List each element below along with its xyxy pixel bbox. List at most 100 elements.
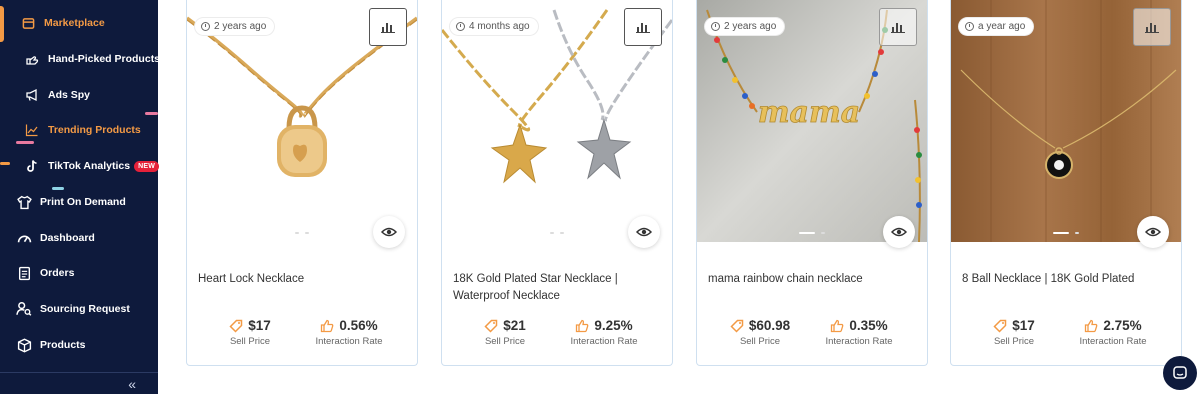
interaction-rate: 2.75% Interaction Rate [1063, 318, 1163, 347]
product-card[interactable]: 4 months ago 18K Gold Plated Star Neckla… [441, 0, 673, 366]
store-icon [20, 15, 36, 31]
age-badge: 2 years ago [705, 18, 785, 35]
thumbs-up-icon [831, 319, 844, 332]
app: Marketplace Hand-Picked Products Ads Spy… [0, 0, 1200, 394]
price-label: Sell Price [993, 336, 1035, 347]
product-title[interactable]: 8 Ball Necklace | 18K Gold Plated [962, 271, 1172, 288]
sidebar-item-orders[interactable]: Orders [16, 257, 74, 289]
age-badge: 2 years ago [195, 18, 275, 35]
decorative-streak [16, 141, 34, 144]
product-card[interactable]: mama 2 years ago mama rainbow chain neck… [696, 0, 928, 366]
user-search-icon [16, 301, 32, 317]
megaphone-icon [24, 87, 40, 103]
collapse-sidebar-button[interactable]: « [0, 372, 158, 394]
interaction-rate: 0.35% Interaction Rate [809, 318, 909, 347]
product-image[interactable]: a year ago [951, 0, 1181, 242]
trend-chart-icon [24, 122, 40, 138]
tag-icon [993, 319, 1007, 333]
sell-price: $21 Sell Price [455, 318, 555, 347]
price-value: $21 [503, 318, 526, 333]
rate-value: 9.25% [594, 318, 633, 333]
decorative-streak [0, 162, 10, 165]
new-badge: NEW [134, 160, 160, 172]
carousel-dot-active[interactable] [799, 232, 815, 234]
eye-icon [891, 227, 907, 237]
thumbs-up-icon [1085, 319, 1098, 332]
clock-icon [456, 22, 465, 31]
chat-icon [1173, 366, 1187, 379]
chat-button[interactable] [1163, 356, 1197, 390]
bar-chart-icon [381, 23, 395, 33]
sidebar-item-label: TikTok Analytics [48, 160, 131, 172]
preview-button[interactable] [628, 216, 660, 248]
age-badge: a year ago [959, 18, 1034, 35]
price-label: Sell Price [484, 336, 526, 347]
rate-value: 2.75% [1103, 318, 1142, 333]
bar-chart-icon [891, 23, 905, 33]
sidebar-item-dashboard[interactable]: Dashboard [16, 222, 95, 254]
sidebar-item-tiktok-analytics[interactable]: TikTok Analytics NEW [24, 150, 160, 182]
price-label: Sell Price [229, 336, 271, 347]
sidebar-item-label: Marketplace [44, 17, 105, 29]
carousel-dot[interactable] [1075, 232, 1079, 234]
product-image[interactable]: 2 years ago [187, 0, 417, 242]
interaction-rate: 9.25% Interaction Rate [554, 318, 654, 347]
price-label: Sell Price [739, 336, 781, 347]
age-text: 2 years ago [724, 21, 777, 32]
stats-button[interactable] [1133, 8, 1171, 46]
sidebar-item-print-on-demand[interactable]: Print On Demand [16, 186, 126, 218]
age-text: a year ago [978, 21, 1026, 32]
interaction-rate: 0.56% Interaction Rate [299, 318, 399, 347]
sidebar-item-sourcing-request[interactable]: Sourcing Request [16, 293, 130, 325]
carousel-dot-active[interactable] [1053, 232, 1069, 234]
bar-chart-icon [1145, 23, 1159, 33]
sidebar-item-products[interactable]: Products [16, 329, 86, 361]
product-title[interactable]: 18K Gold Plated Star Necklace | Waterpro… [453, 271, 663, 305]
preview-button[interactable] [373, 216, 405, 248]
price-value: $17 [248, 318, 271, 333]
rate-label: Interaction Rate [825, 336, 893, 347]
sidebar-item-label: Sourcing Request [40, 303, 130, 315]
sidebar-item-ads-spy[interactable]: Ads Spy [24, 79, 90, 111]
sidebar-item-hand-picked[interactable]: Hand-Picked Products [24, 43, 160, 75]
product-title[interactable]: Heart Lock Necklace [198, 271, 408, 288]
mama-pendant-text: mama [758, 95, 860, 130]
rate-label: Interaction Rate [1079, 336, 1147, 347]
age-badge: 4 months ago [450, 18, 538, 35]
age-text: 4 months ago [469, 21, 530, 32]
sidebar-item-label: Dashboard [40, 232, 95, 244]
tag-icon [229, 319, 243, 333]
stats-button[interactable] [879, 8, 917, 46]
stats-button[interactable] [369, 8, 407, 46]
gauge-icon [16, 230, 32, 246]
carousel-dot[interactable] [295, 232, 299, 234]
double-chevron-left-icon: « [128, 375, 136, 392]
carousel-dot[interactable] [550, 232, 554, 234]
clock-icon [965, 22, 974, 31]
price-value: $60.98 [748, 318, 791, 333]
sidebar-item-label: Print On Demand [40, 196, 126, 208]
sidebar-item-label: Ads Spy [48, 89, 91, 101]
sidebar-item-label: Trending Products [48, 124, 141, 136]
product-card[interactable]: 2 years ago Heart Lock Necklace $17 Sell… [186, 0, 418, 366]
product-card[interactable]: a year ago 8 Ball Necklace | 18K Gold Pl… [950, 0, 1182, 366]
sidebar-item-marketplace[interactable]: Marketplace [20, 7, 105, 39]
rate-label: Interaction Rate [315, 336, 383, 347]
carousel-dot[interactable] [821, 232, 825, 234]
preview-button[interactable] [1137, 216, 1169, 248]
carousel-dot[interactable] [560, 232, 564, 234]
sidebar-item-label: Products [40, 339, 86, 351]
carousel-dot[interactable] [305, 232, 309, 234]
product-image[interactable]: 4 months ago [442, 0, 672, 242]
preview-button[interactable] [883, 216, 915, 248]
stats-button[interactable] [624, 8, 662, 46]
thumbs-up-icon [321, 319, 334, 332]
product-image[interactable]: mama 2 years ago [697, 0, 927, 242]
product-title[interactable]: mama rainbow chain necklace [708, 271, 918, 288]
price-value: $17 [1012, 318, 1035, 333]
decorative-streak [52, 187, 64, 190]
sidebar: Marketplace Hand-Picked Products Ads Spy… [0, 0, 160, 394]
sidebar-item-trending-products[interactable]: Trending Products [24, 114, 141, 146]
sell-price: $60.98 Sell Price [710, 318, 810, 347]
rate-value: 0.35% [849, 318, 888, 333]
